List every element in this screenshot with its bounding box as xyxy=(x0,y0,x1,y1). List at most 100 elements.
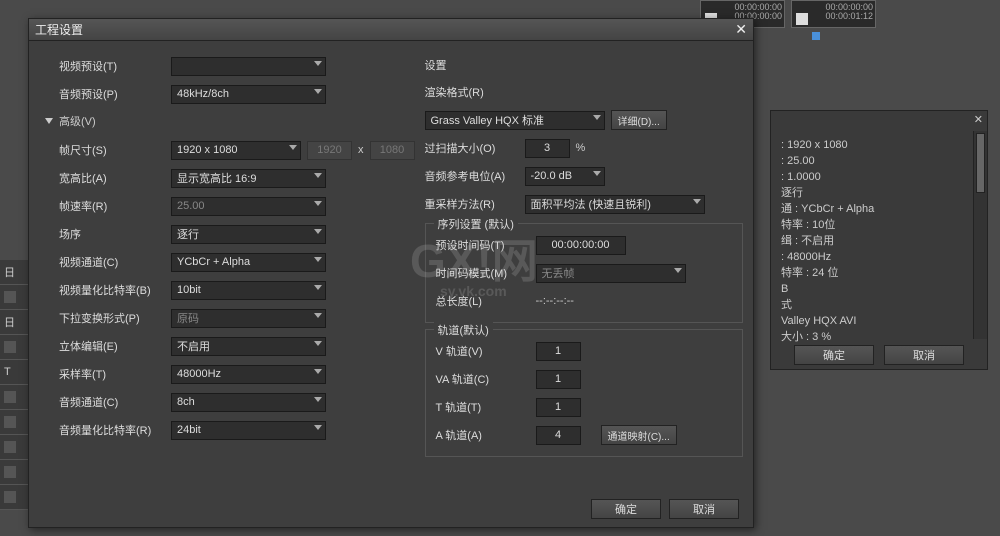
field-order-dropdown[interactable]: 逐行 xyxy=(171,225,326,244)
overscan-label: 过扫描大小(O) xyxy=(425,140,525,156)
chevron-down-icon xyxy=(674,268,682,273)
video-preset-dropdown[interactable] xyxy=(171,57,326,76)
chevron-down-icon xyxy=(289,145,297,150)
ok-button[interactable]: 确定 xyxy=(591,499,661,519)
chevron-down-icon xyxy=(314,61,322,66)
chevron-down-icon xyxy=(314,285,322,290)
triangle-down-icon xyxy=(45,118,53,124)
frame-width-input: 1920 xyxy=(307,141,352,160)
clip-timecode: 00:00:01:12 xyxy=(825,11,873,21)
a-track-input[interactable]: 4 xyxy=(536,426,581,445)
channel-map-button[interactable]: 通道映射(C)... xyxy=(601,425,677,445)
frame-height-input: 1080 xyxy=(370,141,415,160)
stereo-label: 立体编辑(E) xyxy=(59,338,171,354)
info-cancel-button[interactable]: 取消 xyxy=(884,345,964,365)
chevron-down-icon xyxy=(314,313,322,318)
render-format-label: 渲染格式(R) xyxy=(425,84,525,100)
mute-icon xyxy=(4,341,16,353)
aspect-dropdown[interactable]: 显示宽高比 16:9 xyxy=(171,169,326,188)
audio-bitdepth-label: 音频量化比特率(R) xyxy=(59,422,171,438)
mute-icon xyxy=(4,391,16,403)
info-text: : 1920 x 1080 : 25.00 : 1.0000 逐行 通 : YC… xyxy=(771,111,987,353)
aspect-label: 宽高比(A) xyxy=(59,170,171,186)
a-track-label: A 轨道(A) xyxy=(436,427,536,443)
frame-size-dropdown[interactable]: 1920 x 1080 xyxy=(171,141,301,160)
mute-icon xyxy=(4,491,16,503)
audio-ref-label: 音频参考电位(A) xyxy=(425,168,525,184)
track-header: 轨道(默认) xyxy=(434,322,493,338)
dialog-footer: 确定 取消 xyxy=(591,499,739,519)
sequence-header: 序列设置 (默认) xyxy=(434,216,518,232)
audio-preset-label: 音频预设(P) xyxy=(59,86,171,102)
video-bitdepth-label: 视频量化比特率(B) xyxy=(59,282,171,298)
samplerate-dropdown[interactable]: 48000Hz xyxy=(171,365,326,384)
chevron-down-icon xyxy=(314,201,322,206)
t-track-input[interactable]: 1 xyxy=(536,398,581,417)
audio-channel-dropdown[interactable]: 8ch xyxy=(171,393,326,412)
video-channel-dropdown[interactable]: YCbCr + Alpha xyxy=(171,253,326,272)
video-preset-label: 视频预设(T) xyxy=(59,58,171,74)
va-track-label: VA 轨道(C) xyxy=(436,371,536,387)
info-ok-button[interactable]: 确定 xyxy=(794,345,874,365)
total-length-label: 总长度(L) xyxy=(436,293,536,309)
scrollbar[interactable] xyxy=(973,131,987,339)
chevron-down-icon xyxy=(593,115,601,120)
close-icon[interactable]: ✕ xyxy=(974,113,983,126)
chevron-down-icon xyxy=(314,397,322,402)
track-label: 日 xyxy=(4,314,15,330)
mute-icon xyxy=(4,441,16,453)
right-column: 设置 渲染格式(R) Grass Valley HQX 标准 详细(D)... … xyxy=(425,53,744,457)
audio-channel-label: 音频通道(C) xyxy=(59,394,171,410)
info-panel: ✕ : 1920 x 1080 : 25.00 : 1.0000 逐行 通 : … xyxy=(770,110,988,370)
chevron-down-icon xyxy=(314,173,322,178)
field-order-label: 场序 xyxy=(59,226,171,242)
advanced-toggle[interactable]: 高级(V) xyxy=(45,113,415,129)
left-column: 视频预设(T) 音频预设(P) 48kHz/8ch 高级(V) 帧尺寸(S) 1… xyxy=(59,53,415,457)
preset-tc-input[interactable]: 00:00:00:00 xyxy=(536,236,626,255)
v-track-label: V 轨道(V) xyxy=(436,343,536,359)
pulldown-label: 下拉变换形式(P) xyxy=(59,310,171,326)
scrollbar-thumb[interactable] xyxy=(976,133,985,193)
chevron-down-icon xyxy=(314,257,322,262)
selection-marker xyxy=(812,32,820,40)
chevron-down-icon xyxy=(314,425,322,430)
chevron-down-icon xyxy=(314,229,322,234)
track-label: 日 xyxy=(4,264,15,280)
overscan-input[interactable]: 3 xyxy=(525,139,570,158)
video-bitdepth-dropdown[interactable]: 10bit xyxy=(171,281,326,300)
clip-thumbnail[interactable]: 00:00:00:00 00:00:01:12 xyxy=(791,0,876,28)
track-label: T xyxy=(4,366,11,378)
detail-button[interactable]: 详细(D)... xyxy=(611,110,667,130)
chevron-down-icon xyxy=(693,199,701,204)
dialog-title: 工程设置 xyxy=(35,21,83,38)
project-settings-dialog: 工程设置 ✕ 视频预设(T) 音频预设(P) 48kHz/8ch 高级(V) 帧… xyxy=(28,18,754,528)
tc-mode-dropdown: 无丢帧 xyxy=(536,264,686,283)
sequence-group: 序列设置 (默认) 预设时间码(T) 00:00:00:00 时间码模式(M) … xyxy=(425,223,744,323)
render-format-dropdown[interactable]: Grass Valley HQX 标准 xyxy=(425,111,605,130)
preset-tc-label: 预设时间码(T) xyxy=(436,237,536,253)
v-track-input[interactable]: 1 xyxy=(536,342,581,361)
chevron-down-icon xyxy=(314,369,322,374)
framerate-dropdown: 25.00 xyxy=(171,197,326,216)
cancel-button[interactable]: 取消 xyxy=(669,499,739,519)
audio-ref-dropdown[interactable]: -20.0 dB xyxy=(525,167,605,186)
resample-dropdown[interactable]: 面积平均法 (快速且锐利) xyxy=(525,195,705,214)
mute-icon xyxy=(4,291,16,303)
chevron-down-icon xyxy=(314,89,322,94)
close-icon[interactable]: ✕ xyxy=(735,21,747,38)
audio-preset-dropdown[interactable]: 48kHz/8ch xyxy=(171,85,326,104)
va-track-input[interactable]: 1 xyxy=(536,370,581,389)
mute-icon xyxy=(4,416,16,428)
audio-bitdepth-dropdown[interactable]: 24bit xyxy=(171,421,326,440)
clip-icon xyxy=(796,13,808,25)
track-group: 轨道(默认) V 轨道(V) 1 VA 轨道(C) 1 T 轨道(T) 1 A … xyxy=(425,329,744,457)
total-length-value: --:--:--:-- xyxy=(536,295,574,307)
framerate-label: 帧速率(R) xyxy=(59,198,171,214)
stereo-dropdown[interactable]: 不启用 xyxy=(171,337,326,356)
settings-header: 设置 xyxy=(425,57,744,73)
tc-mode-label: 时间码模式(M) xyxy=(436,265,536,281)
t-track-label: T 轨道(T) xyxy=(436,399,536,415)
overscan-unit: % xyxy=(576,142,586,154)
dialog-titlebar[interactable]: 工程设置 ✕ xyxy=(29,19,753,41)
frame-size-label: 帧尺寸(S) xyxy=(59,142,171,158)
